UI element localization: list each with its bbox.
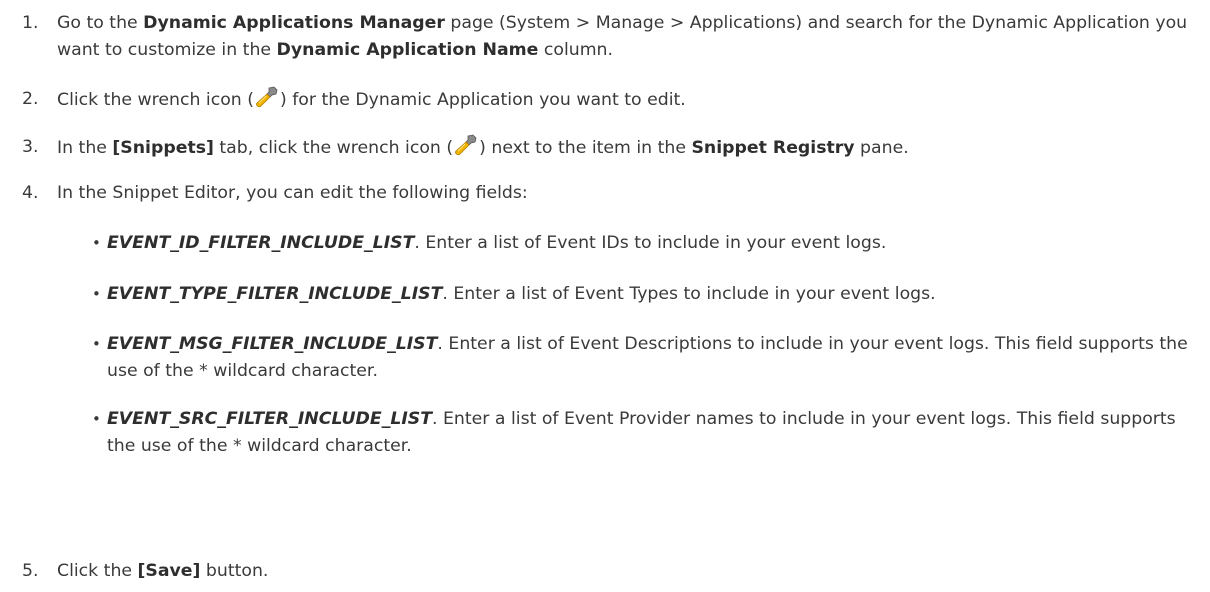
field-description: EVENT_SRC_FILTER_INCLUDE_LIST. Enter a l…: [107, 406, 1205, 460]
page-name-emphasis: Dynamic Applications Manager: [143, 13, 445, 33]
step-text-part: button.: [200, 561, 269, 581]
step-number: 2.: [22, 89, 39, 109]
bullet-glyph: •: [92, 234, 101, 252]
field-name: EVENT_TYPE_FILTER_INCLUDE_LIST: [107, 284, 443, 304]
step-text-part: tab, click the wrench icon (: [213, 138, 454, 158]
step-text-part: ) next to the item in the: [479, 138, 692, 158]
bullet-glyph: •: [92, 285, 101, 303]
bullet-glyph: •: [92, 335, 101, 353]
step-text-part: In the: [57, 138, 113, 158]
step-text: Click the [Save] button.: [57, 558, 1205, 585]
step-text: Go to the Dynamic Applications Manager p…: [57, 10, 1205, 64]
step-text: In the [Snippets] tab, click the wrench …: [57, 134, 1205, 162]
step-text: In the Snippet Editor, you can edit the …: [57, 183, 528, 203]
button-name-emphasis: [Save]: [137, 561, 201, 581]
field-text: . Enter a list of Event Types to include…: [442, 284, 936, 304]
step-text-part: Click the wrench icon (: [57, 90, 254, 110]
field-description: EVENT_TYPE_FILTER_INCLUDE_LIST. Enter a …: [107, 281, 1205, 308]
field-description: EVENT_MSG_FILTER_INCLUDE_LIST. Enter a l…: [107, 331, 1205, 385]
step-number: 1.: [22, 13, 39, 33]
field-description: EVENT_ID_FILTER_INCLUDE_LIST. Enter a li…: [107, 230, 1205, 257]
column-name-emphasis: Dynamic Application Name: [276, 40, 539, 60]
tab-name-emphasis: [Snippets]: [112, 138, 214, 158]
step-number: 4.: [22, 183, 39, 203]
field-text: . Enter a list of Event IDs to include i…: [414, 233, 887, 253]
step-number: 3.: [22, 137, 39, 157]
step-text: Click the wrench icon ( ) for the Dynamic…: [57, 86, 1205, 114]
step-text-part: Go to the: [57, 13, 144, 33]
pane-name-emphasis: Snippet Registry: [691, 138, 855, 158]
step-text-part: Click the: [57, 561, 138, 581]
step-text-part: ) for the Dynamic Application you want t…: [279, 90, 686, 110]
procedure-document: 1. Go to the Dynamic Applications Manage…: [0, 0, 1210, 592]
wrench-icon: [256, 86, 278, 108]
step-text-part: column.: [538, 40, 614, 60]
step-number: 5.: [22, 561, 39, 581]
field-name: EVENT_ID_FILTER_INCLUDE_LIST: [107, 233, 415, 253]
field-name: EVENT_MSG_FILTER_INCLUDE_LIST: [107, 334, 438, 354]
field-name: EVENT_SRC_FILTER_INCLUDE_LIST: [107, 409, 433, 429]
wrench-icon: [455, 134, 477, 156]
step-text-part: pane.: [854, 138, 909, 158]
bullet-glyph: •: [92, 410, 101, 428]
